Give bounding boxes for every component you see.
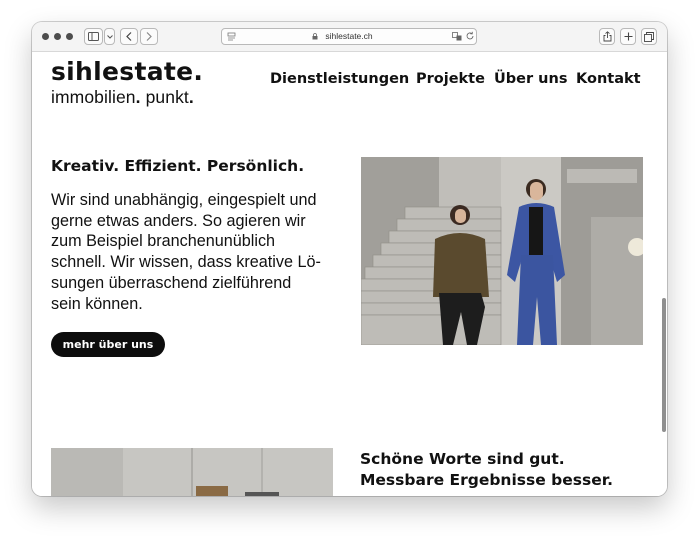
- translate-icon[interactable]: [452, 31, 463, 42]
- chevron-right-icon: [146, 32, 152, 41]
- forward-button[interactable]: [140, 28, 158, 45]
- scrollbar[interactable]: [662, 298, 666, 432]
- new-tab-button[interactable]: [620, 28, 636, 45]
- chevron-down-icon: [106, 34, 113, 39]
- nav-item-dienstleistungen[interactable]: Dienstleistungen: [270, 71, 409, 87]
- back-button[interactable]: [120, 28, 138, 45]
- team-photo: [361, 157, 643, 345]
- paragraph-line: sungen überraschend zielführend: [51, 273, 292, 292]
- results-heading-line: Schöne Worte sind gut.: [360, 450, 565, 468]
- paragraph-line: Wir sind unabhängig, eingespielt und: [51, 191, 317, 209]
- address-url: sihlestate.ch: [325, 31, 373, 41]
- sidebar-icon: [88, 32, 99, 41]
- paragraph-line: sein können.: [51, 294, 143, 313]
- paragraph-line: zum Beispiel branchenunüblich: [51, 232, 276, 251]
- browser-window: sihlestate.ch sihlestate. immobilien. pu…: [32, 22, 667, 496]
- results-heading: Schöne Worte sind gut. Messbare Ergebnis…: [360, 449, 613, 491]
- page-content: sihlestate. immobilien. punkt. Dienstlei…: [32, 53, 667, 496]
- reload-icon[interactable]: [465, 31, 475, 41]
- site-logo[interactable]: sihlestate.: [51, 57, 203, 86]
- share-button[interactable]: [599, 28, 615, 45]
- section-heading: Kreativ. Effizient. Persönlich.: [51, 157, 305, 175]
- address-bar[interactable]: sihlestate.ch: [221, 28, 477, 45]
- close-window-dot[interactable]: [42, 33, 49, 40]
- more-about-us-button[interactable]: mehr über uns: [51, 332, 165, 357]
- site-logo-tagline: immobilien. punkt.: [51, 87, 194, 108]
- results-heading-line: Messbare Ergebnisse besser.: [360, 471, 614, 489]
- tab-overview-button[interactable]: [641, 28, 657, 45]
- paragraph-line: gerne etwas anders. So agieren wir: [51, 211, 306, 230]
- tagline-dot-2: .: [188, 87, 194, 107]
- browser-toolbar: sihlestate.ch: [32, 22, 667, 52]
- chevron-left-icon: [126, 32, 132, 41]
- tagline-word-1: immobilien: [51, 87, 136, 107]
- paragraph-line: schnell. Wir wissen, dass kreative Lö-: [51, 253, 321, 272]
- share-icon: [603, 31, 611, 42]
- plus-icon: [624, 32, 632, 41]
- nav-item-ueber-uns[interactable]: Über uns: [494, 71, 567, 87]
- intro-paragraph: Wir sind unabhängig, eingespielt und ger…: [51, 190, 346, 314]
- nav-item-kontakt[interactable]: Kontakt: [576, 71, 641, 87]
- sidebar-menu-button[interactable]: [104, 28, 115, 45]
- zoom-window-dot[interactable]: [66, 33, 73, 40]
- interior-photo: [51, 448, 333, 496]
- tagline-word-2: punkt: [140, 87, 189, 107]
- nav-item-projekte[interactable]: Projekte: [416, 71, 485, 87]
- tabs-icon: [644, 31, 654, 42]
- sidebar-toggle-button[interactable]: [84, 28, 103, 45]
- minimize-window-dot[interactable]: [54, 33, 61, 40]
